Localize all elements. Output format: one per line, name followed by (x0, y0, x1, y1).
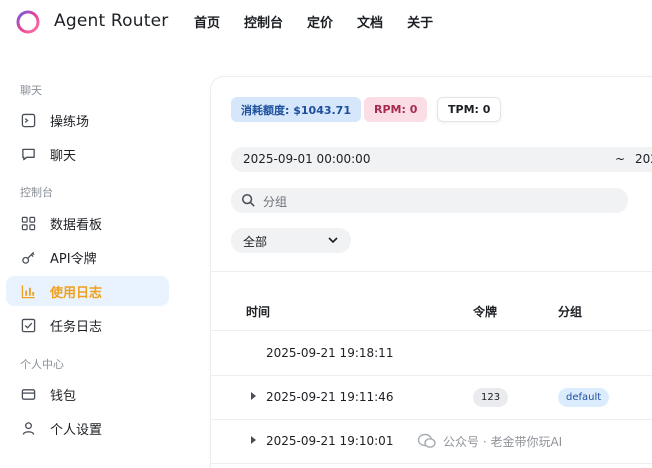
group-search-input[interactable]: 分组 (231, 188, 628, 213)
row-time: 2025-09-21 19:11:46 (266, 390, 394, 404)
sidebar-item-label: 个人设置 (50, 423, 103, 438)
usage-quota-chip: 消耗额度: $1043.71 (231, 97, 361, 122)
sidebar-item-task-logs[interactable]: 任务日志 (6, 310, 169, 340)
sidebar-item-label: 任务日志 (50, 320, 103, 335)
log-type-select[interactable]: 全部 (231, 228, 351, 253)
sidebar-item-usage-logs[interactable]: 使用日志 (6, 276, 169, 306)
sidebar-item-settings[interactable]: 个人设置 (6, 413, 169, 443)
wechat-icon (417, 433, 436, 448)
group-search-placeholder: 分组 (263, 195, 288, 209)
app-logo-icon[interactable] (16, 10, 40, 34)
sidebar-item-wallet[interactable]: 钱包 (6, 379, 169, 409)
sidebar-group-chat: 聊天 (20, 84, 42, 97)
chevron-down-icon (327, 234, 339, 250)
sidebar-item-label: 聊天 (50, 149, 77, 164)
sidebar-item-chat[interactable]: 聊天 (6, 139, 169, 169)
user-icon (20, 420, 36, 436)
sidebar-group-console: 控制台 (20, 186, 53, 199)
table-row[interactable]: 2025-09-21 19:11:46 123 default (211, 376, 652, 420)
nav-docs[interactable]: 文档 (357, 12, 383, 31)
expand-row-icon[interactable] (251, 436, 256, 444)
sidebar-item-dashboard[interactable]: 数据看板 (6, 208, 169, 238)
nav-pricing[interactable]: 定价 (307, 12, 333, 31)
token-tag: 123 (473, 388, 509, 407)
top-nav: 首页 控制台 定价 文档 关于 (194, 12, 457, 31)
brand-name: Agent Router (54, 11, 169, 31)
nav-about[interactable]: 关于 (407, 12, 433, 31)
group-tag: default (558, 388, 610, 407)
row-time: 2025-09-21 19:10:01 (266, 434, 394, 448)
sidebar-group-personal: 个人中心 (20, 358, 64, 371)
sidebar: 聊天 操练场 聊天 控制台 数据看板 API令牌 使用日志 任务日志 个人中心 … (0, 66, 180, 468)
date-end-value[interactable]: 202 (635, 152, 652, 166)
section-divider (211, 271, 652, 272)
date-start-value[interactable]: 2025-09-01 00:00:00 (243, 152, 370, 166)
nav-home[interactable]: 首页 (194, 12, 220, 31)
rpm-chip: RPM: 0 (364, 97, 428, 122)
sidebar-item-label: 数据看板 (50, 218, 103, 233)
sidebar-item-api-tokens[interactable]: API令牌 (6, 242, 169, 272)
column-header-group[interactable]: 分组 (558, 303, 582, 320)
dashboard-icon (20, 215, 36, 231)
row-time: 2025-09-21 19:18:11 (266, 346, 394, 360)
sidebar-item-label: 操练场 (50, 115, 90, 130)
usage-log-card: 消耗额度: $1043.71 RPM: 0 TPM: 0 2025-09-01 … (210, 76, 652, 468)
expand-row-icon[interactable] (251, 392, 256, 400)
nav-console[interactable]: 控制台 (244, 12, 283, 31)
watermark: 公众号 · 老金带你玩AI (417, 430, 562, 452)
sidebar-item-label: 钱包 (50, 389, 77, 404)
date-range-separator: ~ (615, 152, 626, 166)
sidebar-item-label: API令牌 (50, 252, 97, 267)
date-range-picker[interactable]: 2025-09-01 00:00:00 ~ 202 (231, 147, 652, 172)
top-header: Agent Router 首页 控制台 定价 文档 关于 (0, 0, 652, 44)
playground-icon (20, 112, 36, 128)
task-icon (20, 317, 36, 333)
search-icon (241, 193, 255, 211)
wallet-icon (20, 386, 36, 402)
column-header-time[interactable]: 时间 (246, 303, 270, 320)
sidebar-item-label: 使用日志 (50, 286, 103, 301)
column-header-token[interactable]: 令牌 (473, 303, 497, 320)
key-icon (20, 249, 36, 265)
table-header: 时间 令牌 分组 (211, 291, 652, 331)
log-type-value: 全部 (243, 235, 268, 249)
chat-icon (20, 146, 36, 162)
tpm-chip: TPM: 0 (437, 97, 502, 122)
watermark-text: 公众号 · 老金带你玩AI (443, 434, 563, 449)
table-row[interactable]: 2025-09-21 19:18:11 (211, 332, 652, 376)
bar-chart-icon (20, 283, 36, 299)
sidebar-item-playground[interactable]: 操练场 (6, 105, 169, 135)
